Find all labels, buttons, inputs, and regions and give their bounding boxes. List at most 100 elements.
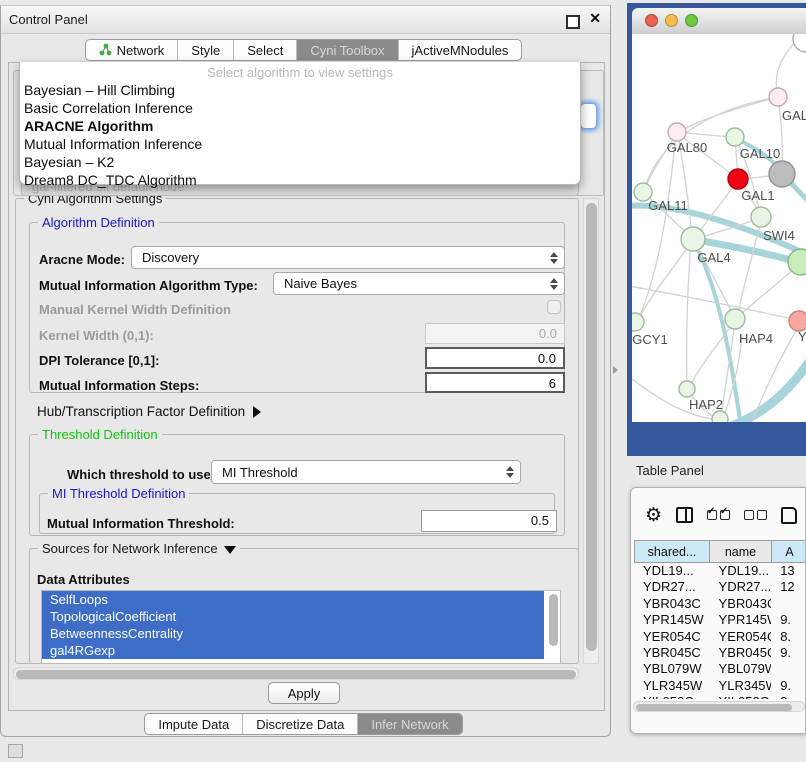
table-row[interactable]: YDL19...YDL19...13 xyxy=(634,563,806,579)
node-label: GAL4 xyxy=(697,250,730,265)
tab-discretize-data[interactable]: Discretize Data xyxy=(242,714,357,734)
screen: Control Panel ✕ NetworkStyleSelectCyni T… xyxy=(0,0,806,762)
table-cell: 9. xyxy=(771,645,806,661)
dropdown-item[interactable]: Basic Correlation Inference xyxy=(24,99,576,117)
dropdown-item[interactable]: Dream8 DC_TDC Algorithm xyxy=(24,171,576,189)
network-node[interactable] xyxy=(712,411,728,422)
column-header[interactable]: shared... xyxy=(634,540,710,563)
which-threshold-combobox[interactable]: MI Threshold xyxy=(211,460,521,484)
float-panel-icon[interactable] xyxy=(566,15,580,29)
tab-label: jActiveMNodules xyxy=(412,43,509,58)
hub-definition-toggle[interactable]: Hub/Transcription Factor Definition xyxy=(37,404,261,419)
network-node[interactable] xyxy=(769,161,795,187)
data-attributes-list[interactable]: SelfLoopsTopologicalCoefficientBetweenne… xyxy=(41,590,561,664)
gear-icon[interactable]: ⚙ xyxy=(645,506,662,525)
table-hscrollbar-thumb[interactable] xyxy=(636,704,792,711)
list-scrollbar-thumb[interactable] xyxy=(549,594,558,646)
splitter-arrow-icon[interactable] xyxy=(613,366,618,374)
settings-hscrollbar-thumb[interactable] xyxy=(16,670,576,679)
network-node[interactable] xyxy=(726,128,744,146)
combo-spinner-icon xyxy=(506,466,514,478)
table-row[interactable]: YDR27...YDR27...12 xyxy=(634,579,806,595)
aracne-mode-combobox[interactable]: Discovery xyxy=(131,246,565,269)
table-cell: YDR27... xyxy=(710,579,772,595)
list-item[interactable]: SelfLoops xyxy=(42,591,544,608)
sources-group-title[interactable]: Sources for Network Inference xyxy=(38,541,240,556)
close-window-button[interactable] xyxy=(645,14,658,27)
dropdown-item-list: Bayesian – Hill ClimbingBasic Correlatio… xyxy=(24,81,576,189)
minimize-window-button[interactable] xyxy=(665,14,678,27)
aracne-mode-value: Discovery xyxy=(142,250,199,265)
network-node[interactable] xyxy=(788,249,806,275)
tab-cyni-toolbox[interactable]: Cyni Toolbox xyxy=(296,40,397,60)
table-row[interactable]: YBR043CYBR043C xyxy=(634,596,806,612)
network-window-titlebar[interactable] xyxy=(632,8,806,35)
node-label: GCY1 xyxy=(632,332,667,347)
table-row[interactable]: YPR145WYPR145W9. xyxy=(634,612,806,628)
node-label: HAP2 xyxy=(689,397,723,412)
settings-vscrollbar-thumb[interactable] xyxy=(586,203,597,651)
unchecked-columns-icon[interactable] xyxy=(744,510,767,520)
manual-kernel-checkbox[interactable] xyxy=(547,300,561,314)
list-item[interactable]: BetweennessCentrality xyxy=(42,625,544,642)
dpi-tolerance-label: DPI Tolerance [0,1]: xyxy=(39,353,159,368)
table-row[interactable]: YBL079WYBL079W xyxy=(634,661,806,677)
tab-label: Network xyxy=(117,43,165,58)
tab-jactivemnodules[interactable]: jActiveMNodules xyxy=(398,40,522,60)
table-cell: YER054C xyxy=(634,629,710,645)
dropdown-item[interactable]: ARACNE Algorithm xyxy=(24,117,576,135)
tab-network[interactable]: Network xyxy=(86,40,178,60)
mi-type-combobox[interactable]: Naive Bayes xyxy=(273,272,565,295)
column-header[interactable]: name xyxy=(710,540,772,563)
network-node[interactable] xyxy=(679,381,695,397)
dropdown-item[interactable]: Bayesian – Hill Climbing xyxy=(24,81,576,99)
network-node[interactable] xyxy=(793,34,806,52)
network-node[interactable] xyxy=(769,88,787,106)
dpi-tolerance-field[interactable]: 0.0 xyxy=(425,347,565,369)
kernel-width-field[interactable]: 0.0 xyxy=(425,323,565,344)
network-node[interactable] xyxy=(725,309,745,329)
table-hscrollbar[interactable] xyxy=(633,701,805,712)
list-item[interactable]: gal4RGexp xyxy=(42,642,544,659)
tab-style[interactable]: Style xyxy=(177,40,233,60)
table-rows: YDL19...YDL19...13YDR27...YDR27...12YBR0… xyxy=(634,563,806,699)
list-item[interactable]: TopologicalCoefficient xyxy=(42,608,544,625)
network-node[interactable] xyxy=(728,169,748,189)
table-row[interactable]: YLR345WYLR345W9. xyxy=(634,678,806,694)
checked-columns-icon[interactable] xyxy=(707,510,730,520)
table-cell: YLR345W xyxy=(634,678,710,694)
which-threshold-value: MI Threshold xyxy=(222,465,298,480)
document-icon[interactable] xyxy=(781,507,797,524)
table-row[interactable]: YER054CYER054C8. xyxy=(634,629,806,645)
mi-type-value: Naive Bayes xyxy=(284,276,357,291)
table-row[interactable]: YBR045CYBR045C9. xyxy=(634,645,806,661)
network-node[interactable] xyxy=(668,123,686,141)
collapsed-panel-button[interactable] xyxy=(8,744,23,758)
node-label: HAP4 xyxy=(739,331,773,346)
apply-button[interactable]: Apply xyxy=(268,682,340,704)
mi-threshold-field[interactable]: 0.5 xyxy=(421,510,557,532)
table-row[interactable]: YIL052CYIL052C9 xyxy=(634,694,806,699)
settings-vscrollbar[interactable] xyxy=(583,198,599,664)
bottom-tab-bar: Impute DataDiscretize DataInfer Network xyxy=(1,713,606,735)
close-icon[interactable]: ✕ xyxy=(589,10,601,27)
tab-impute-data[interactable]: Impute Data xyxy=(145,714,242,734)
settings-hscrollbar[interactable] xyxy=(13,667,579,680)
focused-combo-spinner[interactable] xyxy=(580,103,597,129)
network-node[interactable] xyxy=(632,313,644,331)
collapse-down-icon xyxy=(224,546,236,554)
dropdown-item[interactable]: Bayesian – K2 xyxy=(24,153,576,171)
dropdown-item[interactable]: Mutual Information Inference xyxy=(24,135,576,153)
zoom-window-button[interactable] xyxy=(685,14,698,27)
network-node[interactable] xyxy=(789,311,806,331)
mi-steps-field[interactable]: 6 xyxy=(425,372,565,393)
tab-select[interactable]: Select xyxy=(233,40,296,60)
column-header[interactable]: A xyxy=(772,540,806,563)
network-node[interactable] xyxy=(681,227,705,251)
network-node[interactable] xyxy=(751,207,771,227)
network-canvas[interactable]: GALGAL80GAL10GAL1GAL11SWI4GAL4GCY1HAP4YH… xyxy=(632,34,806,422)
table-cell: YBR043C xyxy=(710,596,772,612)
columns-icon[interactable] xyxy=(676,507,693,523)
table-cell: 8. xyxy=(771,629,806,645)
tab-infer-network[interactable]: Infer Network xyxy=(357,714,461,734)
